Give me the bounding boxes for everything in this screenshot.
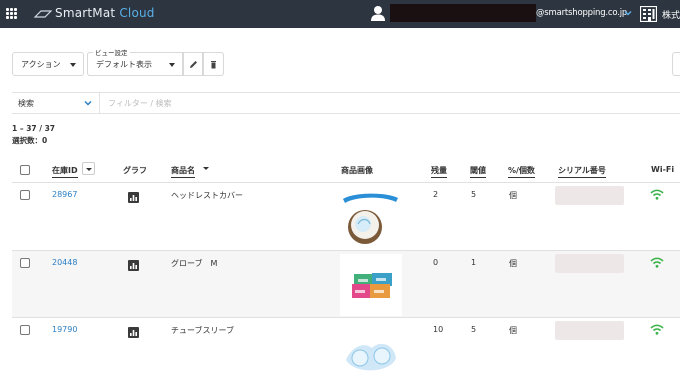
product-image — [340, 187, 402, 249]
view-setting-label: ビュー設定 — [93, 47, 130, 57]
chevron-down-icon[interactable] — [624, 9, 632, 17]
trash-icon — [211, 61, 216, 69]
row-checkbox[interactable] — [20, 190, 30, 200]
unit-value: 個 — [509, 259, 517, 268]
view-selected-label: デフォルト表示 — [96, 59, 152, 69]
bar-chart-icon[interactable] — [128, 192, 139, 203]
column-header-unit[interactable]: %/個数 — [508, 165, 535, 178]
threshold-value: 5 — [471, 190, 477, 199]
column-header-graph: グラフ — [123, 166, 147, 175]
result-summary: 1 – 37 / 37 選択数：0 — [12, 123, 55, 147]
stock-id-link[interactable]: 20448 — [52, 258, 77, 267]
wifi-icon — [650, 257, 664, 268]
caret-down-icon — [70, 63, 76, 67]
user-email[interactable]: @smartshopping.co.jp — [536, 8, 627, 18]
remaining-value: 2 — [433, 190, 439, 199]
company-name[interactable]: 株式 — [662, 8, 680, 21]
search-bar: 検索 — [12, 92, 680, 114]
column-header-product-name[interactable]: 商品名 — [171, 165, 195, 178]
sort-stock-id-button[interactable] — [82, 162, 95, 175]
edit-view-button[interactable] — [183, 52, 203, 76]
table-row[interactable]: 20448 グローブ M 0 1 個 — [12, 250, 680, 317]
product-name: ヘッドレストカバー — [171, 191, 243, 200]
app-logo[interactable]: SmartMat Cloud — [55, 6, 155, 20]
column-header-wifi: Wi-Fi — [651, 165, 675, 174]
company-building-icon[interactable] — [640, 6, 657, 22]
redacted-username — [390, 4, 536, 22]
edit-icon — [190, 61, 197, 68]
wifi-icon — [650, 189, 664, 200]
stock-id-link[interactable]: 19790 — [52, 325, 77, 334]
apps-grid-icon[interactable] — [6, 8, 17, 19]
smartmat-logo-icon — [34, 10, 52, 18]
product-name: チューブスリーブ — [171, 326, 235, 335]
serial-number-redacted — [555, 186, 624, 205]
select-all-checkbox[interactable] — [20, 165, 30, 175]
table-header: 在庫ID グラフ 商品名 商品画像 残量 閾値 %/個数 シリアル番号 Wi-F… — [12, 158, 680, 182]
action-dropdown-button[interactable]: アクション — [12, 52, 84, 76]
stock-id-link[interactable]: 28967 — [52, 190, 77, 199]
delete-view-button[interactable] — [203, 52, 224, 76]
bar-chart-icon[interactable] — [128, 260, 139, 271]
serial-number-redacted — [555, 321, 624, 340]
threshold-value: 1 — [471, 258, 477, 267]
product-image — [340, 254, 402, 316]
result-range: 1 – 37 / 37 — [12, 124, 56, 133]
row-checkbox[interactable] — [20, 258, 30, 268]
unit-value: 個 — [509, 326, 517, 335]
product-name: グローブ M — [171, 259, 218, 268]
remaining-value: 10 — [433, 325, 444, 334]
column-header-threshold[interactable]: 閾値 — [470, 165, 486, 178]
sort-product-name-button[interactable] — [200, 162, 213, 175]
table-row[interactable]: 28967 ヘッドレストカバー 2 5 個 — [12, 182, 680, 250]
column-header-stock-id[interactable]: 在庫ID — [52, 165, 78, 178]
top-navigation-bar: SmartMat Cloud @smartshopping.co.jp 株式 — [0, 0, 680, 28]
chevron-down-icon — [84, 100, 92, 106]
threshold-value: 5 — [471, 325, 477, 334]
serial-number-redacted — [555, 254, 624, 273]
table-row[interactable]: 19790 チューブスリーブ 10 5 個 — [12, 317, 680, 386]
action-label: アクション — [21, 59, 61, 69]
product-image — [340, 324, 402, 386]
column-header-remaining[interactable]: 残量 — [431, 165, 447, 178]
search-field-label: 検索 — [18, 99, 34, 108]
column-header-product-image: 商品画像 — [341, 166, 373, 175]
filter-search-input[interactable] — [102, 93, 662, 113]
row-checkbox[interactable] — [20, 325, 30, 335]
search-field-select[interactable]: 検索 — [12, 93, 100, 113]
right-toolbar-button[interactable] — [672, 52, 680, 76]
remaining-value: 0 — [433, 258, 439, 267]
selected-count: 選択数：0 — [12, 136, 48, 145]
user-icon[interactable] — [370, 5, 386, 22]
caret-down-icon — [169, 63, 175, 67]
wifi-icon — [650, 324, 664, 335]
bar-chart-icon[interactable] — [128, 327, 139, 338]
unit-value: 個 — [509, 191, 517, 200]
column-header-serial[interactable]: シリアル番号 — [558, 165, 606, 178]
